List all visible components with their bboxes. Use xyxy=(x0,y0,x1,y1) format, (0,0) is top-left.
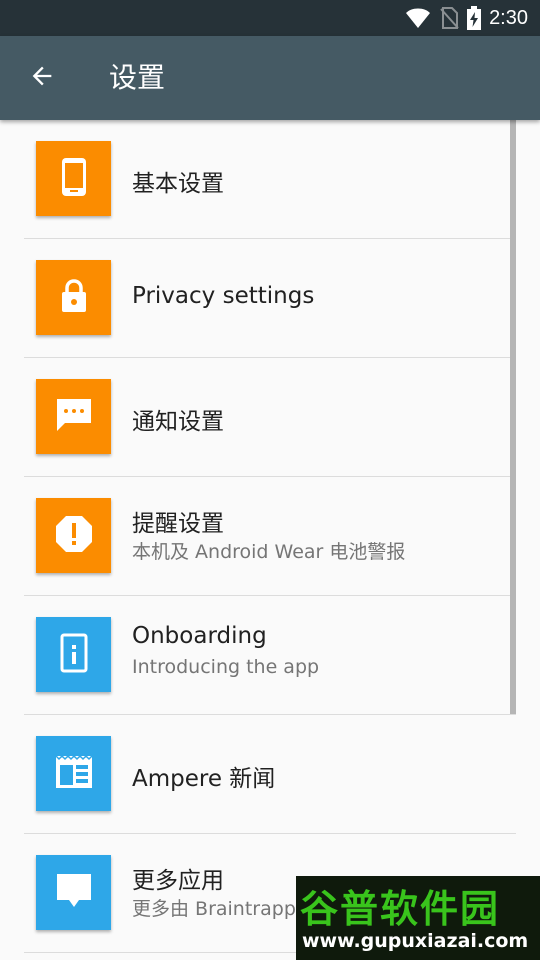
settings-item-title: 提醒设置 xyxy=(132,511,224,537)
arrow-back-icon xyxy=(28,62,56,94)
settings-item-news[interactable]: Ampere 新闻 xyxy=(0,715,540,833)
back-button[interactable] xyxy=(18,54,66,102)
settings-item-notifications[interactable]: 通知设置 xyxy=(0,358,540,476)
settings-item-subtitle: 本机及 Android Wear 电池警报 xyxy=(132,541,406,563)
watermark-url: www.gupuxiazai.com xyxy=(302,930,529,952)
chat-icon xyxy=(55,872,93,914)
status-time: 2:30 xyxy=(489,6,528,29)
settings-list: 基本设置 Privacy settings 通知设置 提醒设置 本机及 Andr… xyxy=(0,120,540,960)
info-icon xyxy=(60,633,88,677)
settings-item-title: Ampere 新闻 xyxy=(132,766,276,792)
battery-charging-icon xyxy=(467,6,482,30)
settings-item-title: Privacy settings xyxy=(132,283,315,309)
scrollbar[interactable] xyxy=(510,120,516,714)
page-title: 设置 xyxy=(109,61,166,94)
settings-item-subtitle: Introducing the app xyxy=(132,656,320,678)
settings-item-tile xyxy=(36,260,111,335)
settings-item-title: 更多应用 xyxy=(132,868,224,894)
lock-icon xyxy=(58,278,90,317)
phone-icon xyxy=(58,157,90,201)
watermark-title: 谷普软件园 xyxy=(300,887,501,931)
settings-item-tile xyxy=(36,498,111,573)
settings-item-title: 基本设置 xyxy=(132,171,224,197)
settings-item-privacy[interactable]: Privacy settings xyxy=(0,239,540,357)
no-sim-icon xyxy=(439,7,459,29)
news-icon xyxy=(54,754,94,794)
watermark-logo: 谷普软件园 www.gupuxiazai.com xyxy=(296,876,540,960)
settings-item-tile xyxy=(36,736,111,811)
wifi-icon xyxy=(405,7,431,29)
alert-icon xyxy=(54,514,94,558)
app-bar: 设置 xyxy=(0,36,540,120)
settings-item-tile xyxy=(36,617,111,692)
settings-item-title: Onboarding xyxy=(132,623,267,649)
settings-item-title: 通知设置 xyxy=(132,409,224,435)
status-icons: 2:30 xyxy=(405,0,528,36)
settings-item-tile xyxy=(36,855,111,930)
settings-item-onboarding[interactable]: Onboarding Introducing the app xyxy=(0,596,540,714)
settings-item-subtitle: 更多由 Braintrapp xyxy=(132,898,296,920)
message-icon xyxy=(55,397,93,437)
settings-item-tile xyxy=(36,141,111,216)
settings-item-basic[interactable]: 基本设置 xyxy=(0,120,540,238)
settings-item-tile xyxy=(36,379,111,454)
status-bar: 2:30 xyxy=(0,0,540,36)
settings-item-alerts[interactable]: 提醒设置 本机及 Android Wear 电池警报 xyxy=(0,477,540,595)
